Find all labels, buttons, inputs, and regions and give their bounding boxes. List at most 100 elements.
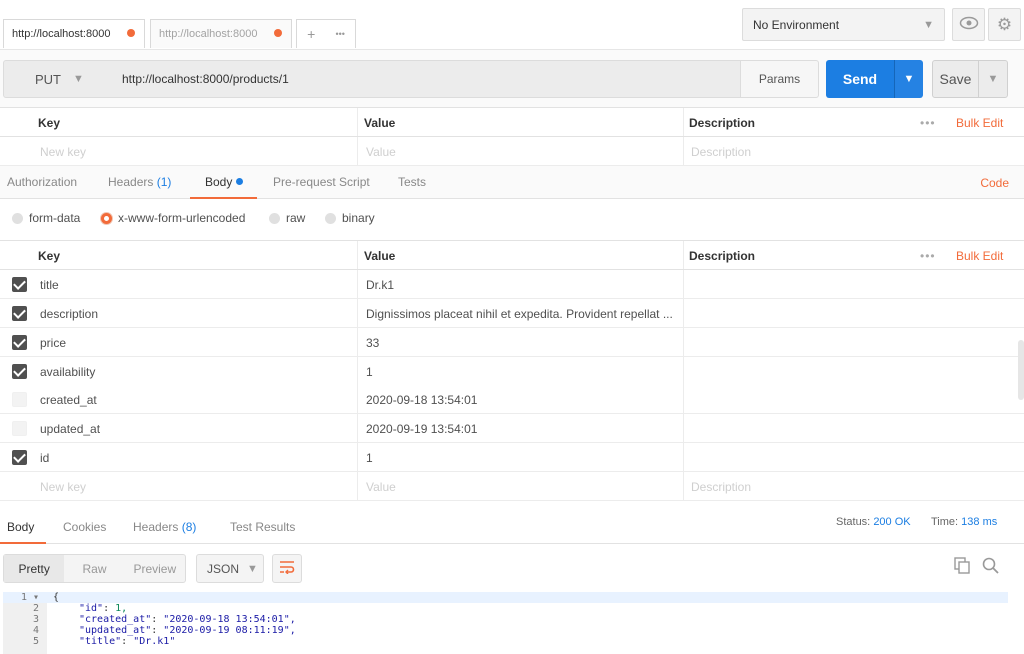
json-key: "id": [79, 603, 104, 614]
body-modified-dot-icon: [236, 178, 244, 185]
row-enabled-checkbox[interactable]: [12, 450, 27, 465]
search-button[interactable]: [978, 556, 1002, 580]
row-value[interactable]: 33: [366, 336, 379, 350]
chevron-down-icon: ▼: [247, 562, 258, 575]
params-table-header: Key Value Description ••• Bulk Edit: [0, 107, 1024, 137]
tab-authorization[interactable]: Authorization: [7, 175, 77, 189]
body-description-header: Description: [689, 249, 756, 263]
wrap-lines-icon: [279, 560, 295, 578]
row-key[interactable]: updated_at: [40, 422, 100, 436]
params-new-key-input[interactable]: New key: [40, 145, 86, 159]
chevron-down-icon: ▼: [923, 19, 934, 31]
body-type-raw[interactable]: raw: [269, 211, 305, 225]
tab-pre-request-script[interactable]: Pre-request Script: [273, 175, 370, 189]
request-tab-1[interactable]: http://localhost:8000: [3, 19, 145, 48]
chevron-down-icon: ▼: [903, 73, 915, 85]
save-options-button[interactable]: ▼: [978, 60, 1008, 98]
body-value-header: Value: [364, 249, 396, 263]
chevron-down-icon: ▼: [73, 73, 84, 85]
row-enabled-checkbox[interactable]: [12, 364, 27, 379]
code-line: 5 "title": "Dr.k1": [3, 636, 1008, 647]
body-new-description-input[interactable]: Description: [691, 480, 751, 494]
row-enabled-checkbox[interactable]: [12, 421, 27, 436]
more-tabs-icon[interactable]: •••: [335, 29, 344, 39]
body-type-binary[interactable]: binary: [325, 211, 375, 225]
tab-tests[interactable]: Tests: [398, 175, 426, 189]
row-key[interactable]: availability: [40, 365, 95, 379]
tab-headers[interactable]: Headers (1): [108, 175, 171, 189]
row-value[interactable]: Dignissimos placeat nihil et expedita. P…: [366, 307, 673, 321]
params-more-icon[interactable]: •••: [920, 116, 936, 130]
response-tab-headers[interactable]: Headers (8): [133, 520, 196, 534]
body-table-header: Key Value Description ••• Bulk Edit: [0, 240, 1024, 270]
row-value[interactable]: 2020-09-18 13:54:01: [366, 393, 477, 407]
tab-headers-label: Headers: [108, 175, 154, 189]
table-row: id 1: [0, 443, 1024, 472]
view-mode-preview[interactable]: Preview: [125, 555, 185, 582]
response-view-modes: Pretty Raw Preview: [3, 554, 186, 583]
row-enabled-checkbox[interactable]: [12, 392, 27, 407]
row-key[interactable]: price: [40, 336, 66, 350]
response-status: Status: 200 OK: [836, 516, 911, 528]
body-new-key-input[interactable]: New key: [40, 480, 86, 494]
method-select[interactable]: PUT ▼: [3, 60, 109, 98]
wrap-lines-button[interactable]: [272, 554, 302, 583]
environment-select-value: No Environment: [753, 17, 840, 32]
body-type-form-data[interactable]: form-data: [12, 211, 80, 225]
row-value[interactable]: 2020-09-19 13:54:01: [366, 422, 477, 436]
row-enabled-checkbox[interactable]: [12, 277, 27, 292]
request-options-tabs: Authorization Headers (1) Body Pre-reque…: [0, 166, 1024, 199]
params-new-row: New key Value Description: [0, 137, 1024, 166]
body-type-raw-label: raw: [286, 211, 306, 225]
params-button[interactable]: Params: [740, 60, 819, 98]
url-input-value: http://localhost:8000/products/1: [122, 72, 289, 86]
row-key[interactable]: title: [40, 278, 59, 292]
copy-button[interactable]: [950, 556, 974, 580]
add-tab-icon[interactable]: +: [307, 26, 315, 42]
request-tab-2[interactable]: http://localhost:8000: [150, 19, 292, 48]
body-type-binary-label: binary: [342, 211, 375, 225]
response-tab-test-results[interactable]: Test Results: [230, 520, 295, 534]
send-button[interactable]: Send: [826, 60, 894, 98]
tab-body[interactable]: Body: [205, 175, 244, 189]
body-type-urlencoded[interactable]: x-www-form-urlencoded: [101, 211, 245, 225]
settings-button[interactable]: ⚙: [988, 8, 1021, 41]
response-tab-cookies[interactable]: Cookies: [63, 520, 106, 534]
body-bulk-edit-link[interactable]: Bulk Edit: [956, 249, 1003, 263]
request-tab-1-label: http://localhost:8000: [12, 28, 111, 40]
row-value[interactable]: 1: [366, 451, 373, 465]
url-input[interactable]: http://localhost:8000/products/1: [108, 60, 741, 98]
save-button[interactable]: Save: [932, 60, 979, 98]
code-text: "created_at": "2020-09-18 13:54:01",: [79, 614, 296, 625]
row-key[interactable]: created_at: [40, 393, 97, 407]
row-enabled-checkbox[interactable]: [12, 335, 27, 350]
response-tab-body[interactable]: Body: [7, 520, 34, 534]
tab-body-label: Body: [205, 175, 233, 189]
view-mode-raw[interactable]: Raw: [64, 555, 124, 582]
body-more-icon[interactable]: •••: [920, 249, 936, 263]
response-format-select[interactable]: JSON ▼: [196, 554, 264, 583]
send-options-button[interactable]: ▼: [894, 60, 923, 98]
json-value: "2020-09-19 08:11:19",: [163, 625, 296, 636]
params-bulk-edit-link[interactable]: Bulk Edit: [956, 116, 1003, 130]
params-key-header: Key: [38, 116, 61, 130]
response-body-editor[interactable]: 1 ▾ { 2 "id": 1, 3 "created_at": "2020-0…: [3, 592, 1008, 654]
params-new-value-input[interactable]: Value: [366, 145, 396, 159]
scrollbar[interactable]: [1018, 340, 1024, 400]
row-key[interactable]: description: [40, 307, 98, 321]
code-text: "title": "Dr.k1": [79, 636, 176, 647]
row-value[interactable]: Dr.k1: [366, 278, 394, 292]
row-enabled-checkbox[interactable]: [12, 306, 27, 321]
environment-quick-look-button[interactable]: [952, 8, 985, 41]
row-key[interactable]: id: [40, 451, 49, 465]
code-line: 3 "created_at": "2020-09-18 13:54:01",: [3, 614, 1008, 625]
code-link[interactable]: Code: [980, 176, 1009, 190]
table-row: price 33: [0, 328, 1024, 357]
radio-icon: [269, 212, 280, 224]
params-new-description-input[interactable]: Description: [691, 145, 751, 159]
radio-icon: [325, 212, 336, 224]
environment-select[interactable]: No Environment ▼: [742, 8, 945, 41]
row-value[interactable]: 1: [366, 365, 373, 379]
body-new-value-input[interactable]: Value: [366, 480, 396, 494]
view-mode-pretty[interactable]: Pretty: [4, 555, 65, 582]
